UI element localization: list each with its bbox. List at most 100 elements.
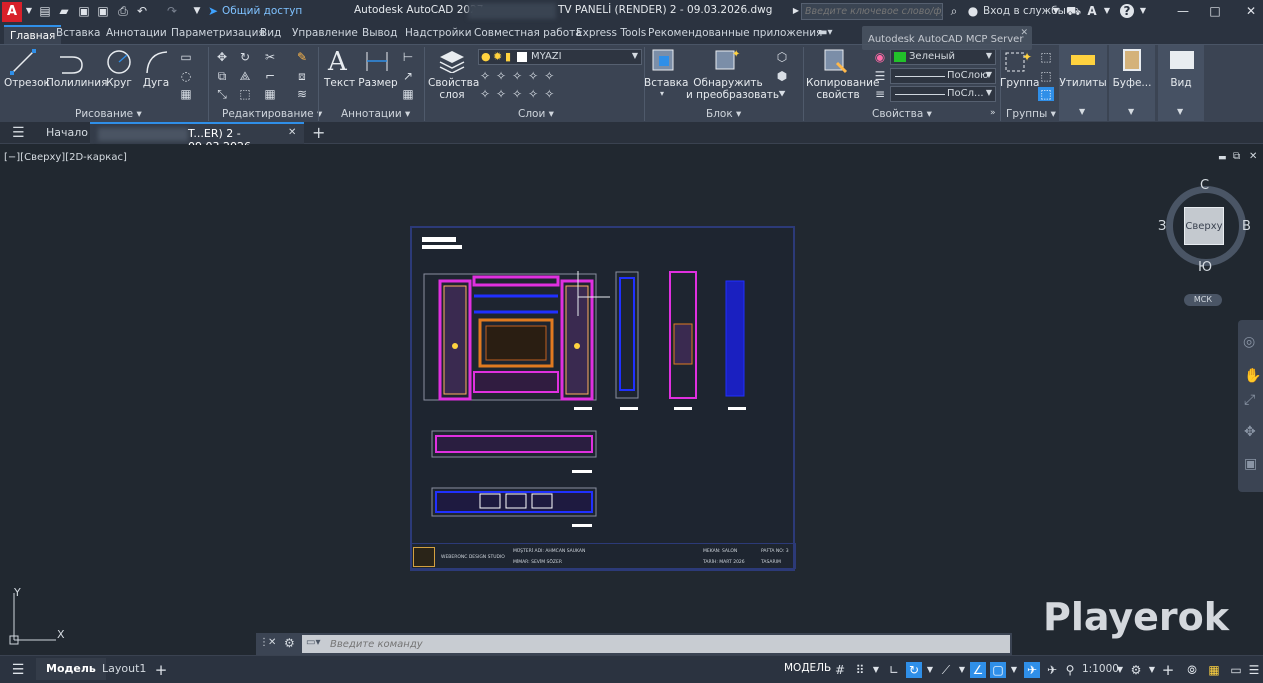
ucs-button[interactable]: МСК <box>1184 294 1222 306</box>
lineweight-icon[interactable]: ≡ <box>872 87 888 101</box>
snap-arrow-icon[interactable]: ▼ <box>868 662 884 678</box>
ribbon-tab-5[interactable]: Вид <box>260 27 281 39</box>
ungroup-icon[interactable]: ⬚ <box>1038 50 1054 64</box>
compass-south[interactable]: Ю <box>1198 260 1212 275</box>
hardware-accel-icon[interactable]: ▦ <box>1206 662 1222 678</box>
stretch-icon[interactable]: ⤡ <box>214 87 230 101</box>
edit-block-icon[interactable]: ⬢ <box>774 69 790 83</box>
grid-icon[interactable]: # <box>832 662 848 678</box>
pan-icon[interactable]: ✋ <box>1244 368 1261 384</box>
command-close-icon[interactable]: ✕ <box>268 637 276 648</box>
share-icon[interactable]: ➤ <box>206 4 220 18</box>
viewcube[interactable]: С Ю З В Сверху <box>1158 178 1251 275</box>
annotation-scale-icon[interactable]: ⚲ <box>1062 662 1078 678</box>
app-logo[interactable]: A <box>2 2 22 22</box>
isodraft-icon[interactable]: ⟋ <box>938 662 954 678</box>
linetype-icon[interactable]: ☰ <box>872 69 888 83</box>
panel-groups-title[interactable]: Группы ▾ <box>1006 108 1056 120</box>
iso-arrow-icon[interactable]: ▼ <box>954 662 970 678</box>
group-edit-icon[interactable]: ⬚ <box>1038 69 1054 83</box>
explode-icon[interactable]: ⧈ <box>294 69 310 83</box>
compass-east[interactable]: В <box>1242 219 1251 234</box>
title-block[interactable]: WEBERONC DESIGN STUDIO MÜŞTERİ ADI: AHMC… <box>410 543 796 569</box>
ribbon-tab-7[interactable]: Вывод <box>362 27 397 39</box>
command-history-icon[interactable]: ▭▾ <box>306 637 320 648</box>
polyline-button[interactable]: Полилиния <box>46 77 107 89</box>
workspace-arrow-icon[interactable]: ▼ <box>1144 662 1160 678</box>
object-snap-icon[interactable]: ▢ <box>990 662 1006 678</box>
customization-menu-icon[interactable]: ☰ <box>1246 662 1262 678</box>
drawing-sheet[interactable] <box>410 226 796 572</box>
array-icon[interactable]: ▦ <box>262 87 278 101</box>
utilities-panel[interactable]: Утилиты ▼ <box>1059 45 1107 121</box>
line-button[interactable]: Отрезок <box>4 77 50 89</box>
fillet-icon[interactable]: ⌐ <box>262 69 278 83</box>
layer-tools-row-1[interactable]: ✧✧✧✧✧ <box>480 69 560 83</box>
auto-scale-icon[interactable]: ✈ <box>1044 662 1060 678</box>
tab-close-icon[interactable]: ✕ <box>288 127 296 138</box>
customize-icon[interactable]: ⚙ <box>284 636 295 650</box>
redo-icon[interactable]: ↷ <box>165 4 179 18</box>
viewport-controls-label[interactable]: [−][Сверху][2D-каркас] <box>4 152 127 163</box>
help-arrow-icon[interactable]: ▼ <box>1136 4 1150 18</box>
clean-screen-icon[interactable]: ▭ <box>1228 662 1244 678</box>
drawing-area[interactable]: [−][Сверху][2D-каркас] ▬ ⧉ ✕ С Ю З В Све… <box>0 145 1263 655</box>
color-dropdown[interactable]: Зеленый ▼ <box>890 49 996 65</box>
polar-arrow-icon[interactable]: ▼ <box>922 662 938 678</box>
command-input[interactable] <box>302 635 1010 653</box>
block-attrs-icon[interactable]: ⯆ <box>774 87 790 101</box>
snap-icon[interactable]: ⠿ <box>852 662 868 678</box>
user-icon[interactable]: ● <box>966 4 980 18</box>
viewport-minimize-icon[interactable]: ▬ <box>1218 153 1227 163</box>
annotation-visibility-icon[interactable]: ✈ <box>1024 662 1040 678</box>
maximize-icon[interactable]: □ <box>1208 4 1222 18</box>
linetype-dropdown[interactable]: ПоСлою ▼ <box>890 68 996 84</box>
group-select-icon[interactable]: ⬚ <box>1038 87 1054 101</box>
polar-icon[interactable]: ↻ <box>906 662 922 678</box>
clipboard-panel[interactable]: Буфе... ▼ <box>1109 45 1155 121</box>
drawing-tab[interactable]: T...ER) 2 - 09.03.2026 ✕ <box>90 122 304 153</box>
panel-annotation-title[interactable]: Аннотации ▾ <box>341 108 410 120</box>
ribbon-tab-11[interactable]: Рекомендованные приложения <box>648 27 822 39</box>
ribbon-tab-8[interactable]: Надстройки <box>405 27 472 39</box>
match-properties-button[interactable]: Копирование свойств <box>806 77 879 101</box>
detect-convert-button[interactable]: Обнаружить и преобразовать <box>686 77 779 101</box>
properties-launcher-icon[interactable]: » <box>990 108 996 118</box>
viewport-restore-icon[interactable]: ⧉ <box>1233 151 1240 162</box>
viewport-close-icon[interactable]: ✕ <box>1249 151 1257 162</box>
viewcube-face[interactable]: Сверху <box>1184 207 1224 245</box>
insert-button[interactable]: Вставка <box>644 77 689 89</box>
erase-icon[interactable]: ✎ <box>294 50 310 64</box>
layer-properties-button[interactable]: Свойства слоя <box>428 77 479 101</box>
cart-icon[interactable]: ⛟ <box>1066 4 1081 18</box>
text-button[interactable]: Текст <box>324 77 355 89</box>
menu-icon[interactable]: ☰ <box>12 125 25 141</box>
table-icon[interactable]: ▦ <box>400 87 416 101</box>
compass-west[interactable]: З <box>1158 219 1166 234</box>
panel-draw-title[interactable]: Рисование ▾ <box>75 108 142 120</box>
ribbon-tab-3[interactable]: Аннотации <box>106 27 167 39</box>
add-layout-icon[interactable]: + <box>153 662 169 678</box>
leader-icon[interactable]: ↗ <box>400 69 416 83</box>
dropdown-arrow-icon[interactable]: ▼ <box>22 4 36 18</box>
ribbon-tab-9[interactable]: Совместная работа <box>474 27 582 39</box>
create-block-icon[interactable]: ⬡ <box>774 50 790 64</box>
rectangle-icon[interactable]: ▭ <box>178 50 194 64</box>
steering-wheel-icon[interactable]: ◎ <box>1243 334 1255 350</box>
color-wheel-icon[interactable]: ◉ <box>872 50 888 64</box>
search-input[interactable] <box>801 3 943 20</box>
copy-icon[interactable]: ⧉ <box>214 69 230 83</box>
help-icon[interactable]: ? <box>1120 4 1134 18</box>
showmotion-icon[interactable]: ▣ <box>1244 456 1257 472</box>
menu-icon[interactable]: ☰ <box>10 662 26 678</box>
gradient-icon[interactable]: ▦ <box>178 87 194 101</box>
layer-tools-row-2[interactable]: ✧✧✧✧✧ <box>480 87 560 101</box>
zoom-extents-icon[interactable]: ⤢ <box>1244 392 1255 408</box>
orbit-icon[interactable]: ✥ <box>1244 424 1256 440</box>
autodesk-a-icon[interactable]: A <box>1085 4 1099 18</box>
open-folder-icon[interactable]: ▰ <box>57 4 71 18</box>
ortho-icon[interactable]: ∟ <box>886 662 902 678</box>
ribbon-tab-4[interactable]: Параметризация <box>171 27 265 39</box>
arc-button[interactable]: Дуга <box>140 77 172 89</box>
panel-block-title[interactable]: Блок ▾ <box>706 108 741 120</box>
